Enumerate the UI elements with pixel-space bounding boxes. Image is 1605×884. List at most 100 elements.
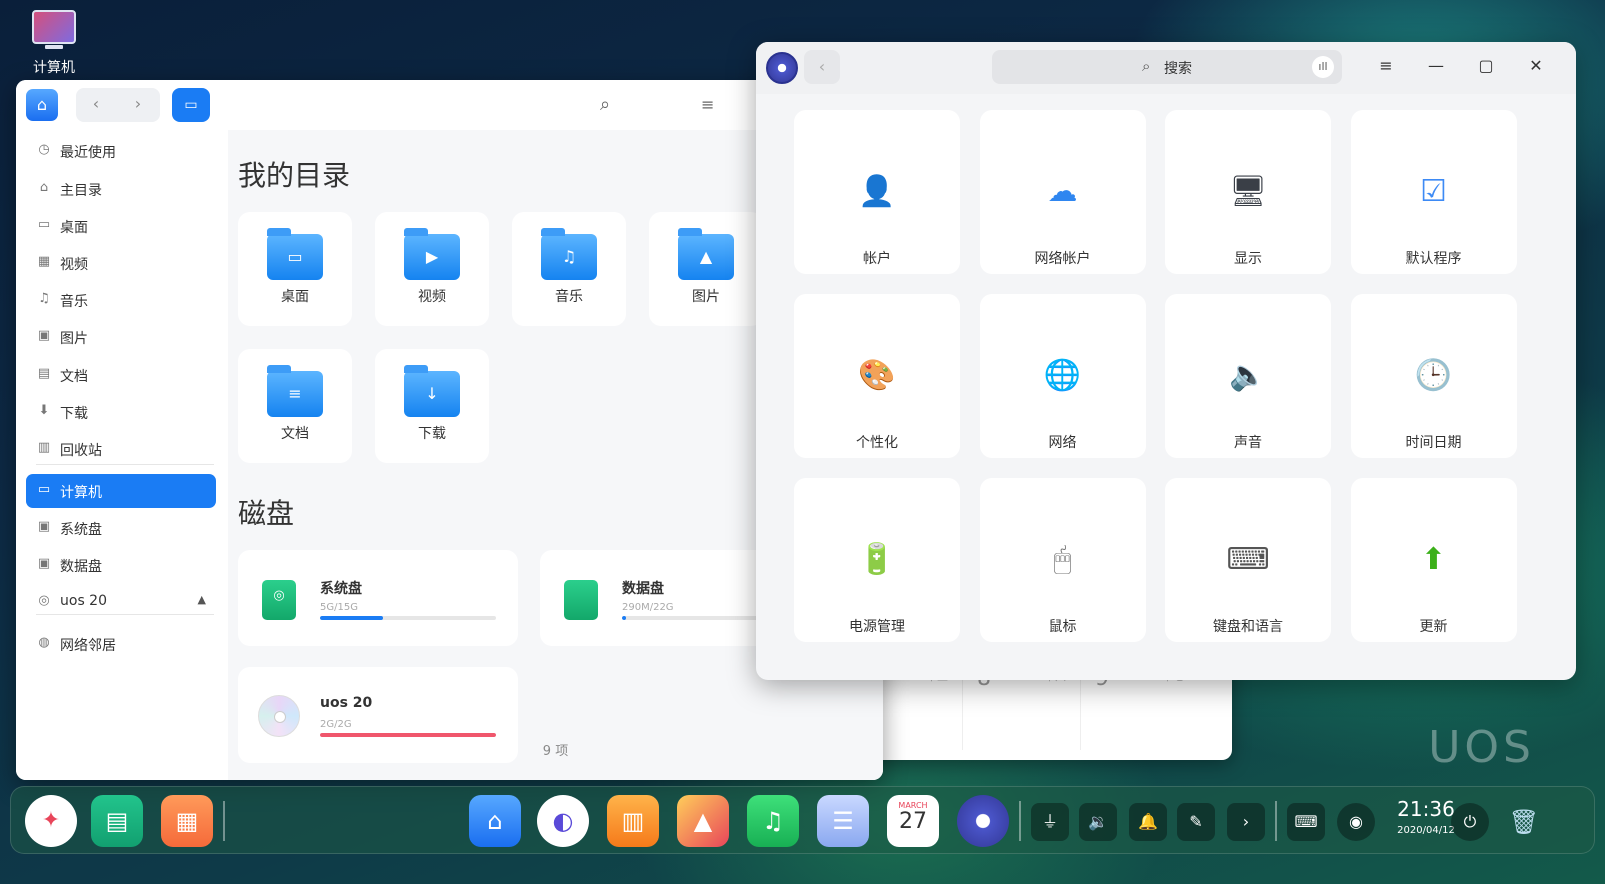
sidebar-item-label: 最近使用 <box>60 145 116 161</box>
disk-item[interactable]: ◎ 系统盘 5G/15G <box>238 550 518 646</box>
control-center-dock-icon[interactable] <box>957 795 1009 847</box>
sidebar-item[interactable]: ▣ 图片 <box>26 320 216 354</box>
sidebar-divider <box>36 614 214 615</box>
folder-label: 文档 <box>281 426 309 442</box>
folder-item[interactable]: ≡ 文档 <box>238 349 352 463</box>
settings-tile[interactable]: 🕒 时间日期 <box>1350 294 1517 458</box>
search-input[interactable]: ⌕ 搜索 ıll <box>992 50 1342 84</box>
search-icon: ⌕ <box>1142 57 1151 75</box>
calendar-dock-icon[interactable]: MARCH 27 <box>887 795 939 847</box>
sidebar-item[interactable]: ▣ 系统盘 <box>26 511 216 545</box>
app-store-dock-icon[interactable]: ▥ <box>607 795 659 847</box>
sidebar-item-label: 图片 <box>60 331 88 347</box>
folder-item[interactable]: ♫ 音乐 <box>512 212 626 326</box>
trash-dock-icon[interactable]: 🗑 <box>1505 803 1543 841</box>
folder-item[interactable]: ↓ 下载 <box>375 349 489 463</box>
file-manager-sidebar: ◷ 最近使用 ⌂ 主目录 ▭ 桌面 ▦ 视频 ♫ 音乐 ▣ 图片 ▤ 文档 ⬇ 下载 ▥ 回收站 ▭ 计算机 ▣ 系统盘 ▣… <box>16 130 228 780</box>
folder-item[interactable]: ▭ 桌面 <box>238 212 352 326</box>
settings-tile[interactable]: ☁ 网络帐户 <box>979 110 1146 274</box>
disk-icon: ▣ <box>37 556 51 571</box>
expand-tray-icon[interactable]: › <box>1227 803 1265 841</box>
sidebar-item[interactable]: ▭ 计算机 <box>26 474 216 508</box>
video-icon: ▦ <box>37 254 51 269</box>
folder-item[interactable]: ▲ 图片 <box>649 212 763 326</box>
launcher-icon[interactable]: ✦ <box>25 795 77 847</box>
eject-icon[interactable]: ▲ <box>198 593 206 606</box>
app-switcher-icon[interactable]: ▦ <box>161 795 213 847</box>
control-center-titlebar: ‹ ⌕ 搜索 ıll ≡ — ▢ ✕ <box>756 42 1576 94</box>
mouse-icon: 🖱 <box>1053 542 1072 577</box>
settings-tile[interactable]: 🖱 鼠标 <box>979 478 1146 642</box>
music-dock-icon[interactable]: ♫ <box>747 795 799 847</box>
sidebar-item-label: 文档 <box>60 369 88 385</box>
maximize-icon[interactable]: ▢ <box>1474 56 1498 75</box>
close-icon[interactable]: ✕ <box>1524 56 1548 75</box>
search-placeholder: 搜索 <box>1164 61 1192 77</box>
volume-icon[interactable]: 🔉 <box>1079 803 1117 841</box>
browser-dock-icon[interactable]: ◐ <box>537 795 589 847</box>
my-dirs-title: 我的目录 <box>238 159 351 192</box>
settings-tile[interactable]: 🎨 个性化 <box>794 294 960 458</box>
settings-tile[interactable]: 🌐 网络 <box>979 294 1146 458</box>
sidebar-item[interactable]: ⌂ 主目录 <box>26 172 216 206</box>
search-icon[interactable]: ⌕ <box>600 94 610 115</box>
sidebar-divider <box>36 464 214 465</box>
menu-icon[interactable]: ≡ <box>701 95 714 114</box>
folder-label: 图片 <box>692 289 720 305</box>
back-button[interactable]: ‹ <box>804 50 840 84</box>
sidebar-item[interactable]: ▦ 视频 <box>26 246 216 280</box>
clock-icon: 🕒 <box>1414 358 1453 393</box>
settings-tile[interactable]: ⌨ 键盘和语言 <box>1165 478 1331 642</box>
settings-tile[interactable]: 🔋 电源管理 <box>794 478 960 642</box>
settings-tile[interactable]: 🔈 声音 <box>1165 294 1331 458</box>
settings-tile[interactable]: 👤 帐户 <box>794 110 960 274</box>
image-viewer-dock-icon[interactable]: ▲ <box>677 795 729 847</box>
music-icon: ♫ <box>38 291 50 306</box>
sidebar-item-label: 计算机 <box>60 485 102 501</box>
sidebar-item[interactable]: ◍ 网络邻居 <box>26 627 216 661</box>
folder-icon: ↓ <box>404 365 460 417</box>
usb-icon[interactable]: ⏚ <box>1031 803 1069 841</box>
folder-item[interactable]: ▶ 视频 <box>375 212 489 326</box>
sidebar-item[interactable]: ▥ 回收站 <box>26 432 216 466</box>
sidebar-item[interactable]: ⬇ 下载 <box>26 395 216 429</box>
sidebar-item[interactable]: ▤ 文档 <box>26 358 216 392</box>
settings-tile[interactable]: ☑ 默认程序 <box>1350 110 1517 274</box>
settings-tile-label: 时间日期 <box>1405 435 1462 451</box>
minimize-icon[interactable]: — <box>1424 56 1448 75</box>
sidebar-item[interactable]: ◷ 最近使用 <box>26 134 216 168</box>
folder-icon: ▲ <box>678 228 734 280</box>
back-button[interactable]: ‹ <box>76 94 116 113</box>
control-center-window: ‹ ⌕ 搜索 ıll ≡ — ▢ ✕ 👤 帐户 ☁ 网络帐户 🖥 显示 ☑ 默认程序 🎨 个性化 🌐… <box>756 42 1576 680</box>
disk-icon: ▣ <box>37 519 51 534</box>
forward-button[interactable]: › <box>118 94 158 113</box>
settings-tile-label: 电源管理 <box>849 619 905 635</box>
sidebar-item[interactable]: ▣ 数据盘 <box>26 548 216 582</box>
sidebar-item-label: 系统盘 <box>60 522 102 538</box>
desktop-computer-icon[interactable]: 计算机 <box>24 10 84 77</box>
keyboard-tray-icon[interactable]: ⌨ <box>1287 803 1325 841</box>
settings-tile[interactable]: ⬆ 更新 <box>1350 478 1517 642</box>
sidebar-item[interactable]: ♫ 音乐 <box>26 283 216 317</box>
view-mode-button[interactable]: ▭ <box>172 88 210 122</box>
sidebar-item-label: 网络邻居 <box>60 638 116 654</box>
palette-icon: 🎨 <box>858 358 896 393</box>
settings-tile-label: 键盘和语言 <box>1213 619 1283 635</box>
file-manager-dock-icon[interactable]: ⌂ <box>469 795 521 847</box>
assistant-tray-icon[interactable]: ◉ <box>1337 803 1375 841</box>
sidebar-item[interactable]: ▭ 桌面 <box>26 209 216 243</box>
voice-search-icon[interactable]: ıll <box>1312 56 1334 78</box>
settings-tile[interactable]: 🖥 显示 <box>1165 110 1331 274</box>
contacts-dock-icon[interactable]: ☰ <box>817 795 869 847</box>
multitask-view-icon[interactable]: ▤ <box>91 795 143 847</box>
trash-icon: ▥ <box>37 440 51 455</box>
menu-icon[interactable]: ≡ <box>1374 56 1398 75</box>
document-icon: ▤ <box>37 366 51 381</box>
sidebar-item-label: 数据盘 <box>60 559 102 575</box>
settings-tile-label: 帐户 <box>863 251 891 267</box>
notification-icon[interactable]: 🔔 <box>1129 803 1167 841</box>
power-icon[interactable]: ⏻ <box>1451 803 1489 841</box>
clock-icon: ◷ <box>38 142 50 157</box>
pen-icon[interactable]: ✎ <box>1177 803 1215 841</box>
control-center-logo-icon <box>766 52 798 84</box>
